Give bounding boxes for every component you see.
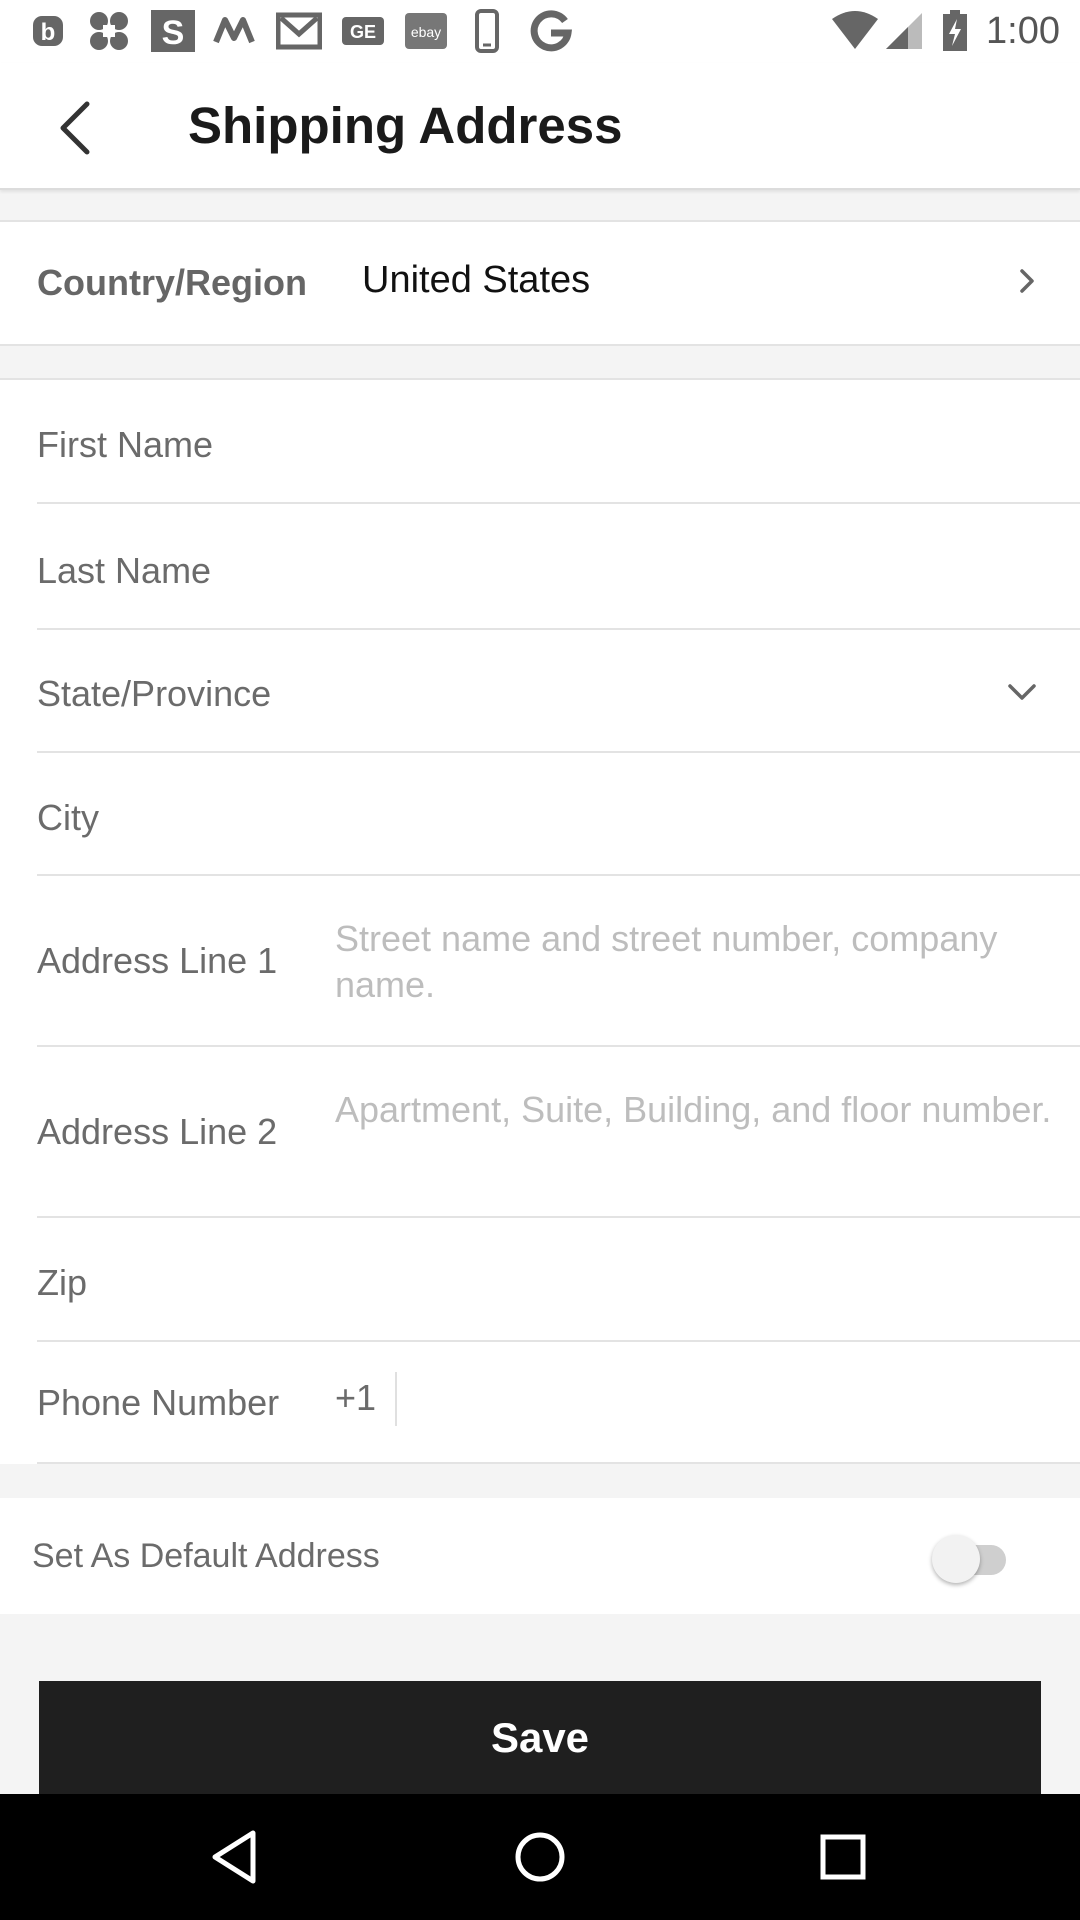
state-province-label: State/Province: [37, 673, 272, 714]
last-name-row: Last Name: [0, 504, 1080, 630]
app-header: Shipping Address: [0, 63, 1080, 190]
country-code: +1: [335, 1377, 377, 1418]
chevron-right-icon: [1020, 269, 1034, 293]
default-address-toggle[interactable]: [932, 1533, 1018, 1583]
square-recents-icon: [820, 1834, 866, 1880]
triangle-back-icon: [212, 1830, 256, 1884]
battery-icon: [940, 10, 970, 52]
city-row: City: [0, 753, 1080, 876]
page-title: Shipping Address: [188, 97, 623, 154]
navigation-bar: [0, 1794, 1080, 1920]
phone-number-label: Phone Number: [37, 1382, 280, 1423]
back-button[interactable]: [40, 93, 110, 163]
phone-icon: [472, 9, 502, 53]
status-time: 1:00: [986, 10, 1060, 52]
country-label: Country/Region: [37, 262, 307, 303]
svg-text:ebay: ebay: [411, 24, 441, 40]
circle-home-icon: [515, 1832, 565, 1882]
phone-number-input[interactable]: [415, 1378, 1045, 1424]
svg-text:S: S: [162, 14, 185, 52]
phone-number-row: Phone Number +1: [0, 1342, 1080, 1464]
nav-home-button[interactable]: [505, 1822, 575, 1892]
first-name-label: First Name: [37, 424, 214, 465]
row-divider: [37, 1462, 1080, 1464]
chevron-down-icon: [1008, 684, 1036, 700]
wifi-icon: [830, 10, 880, 52]
save-button[interactable]: Save: [39, 1681, 1041, 1794]
code-divider: [395, 1372, 397, 1426]
nav-back-button[interactable]: [200, 1822, 270, 1892]
address-line-2-row: Address Line 2: [0, 1047, 1080, 1218]
default-address-label: Set As Default Address: [32, 1537, 380, 1575]
zip-input[interactable]: [335, 1258, 1045, 1304]
m-app-icon: [213, 10, 259, 52]
gmail-icon: [276, 10, 322, 52]
ebay-icon: ebay: [403, 10, 449, 52]
country-value: United States: [362, 259, 591, 301]
address-line-2-input[interactable]: [335, 1087, 1065, 1183]
address-line-1-label: Address Line 1: [37, 940, 278, 981]
toggle-thumb: [932, 1535, 980, 1583]
s-app-icon: S: [150, 10, 196, 52]
first-name-input[interactable]: [335, 420, 1045, 466]
last-name-input[interactable]: [335, 546, 1045, 592]
divider: [0, 344, 1080, 346]
back-arrow-icon: [60, 101, 90, 155]
state-province-row[interactable]: State/Province: [0, 630, 1080, 753]
country-region-row[interactable]: Country/Region United States: [0, 222, 1080, 344]
svg-text:GE: GE: [350, 22, 376, 42]
address-line-2-label: Address Line 2: [37, 1111, 278, 1152]
address-line-1-row: Address Line 1: [0, 876, 1080, 1047]
nav-recents-button[interactable]: [808, 1822, 878, 1892]
address-form: First Name Last Name State/Province City…: [0, 380, 1080, 1464]
status-bar: b S GE ebay 1:00: [0, 0, 1080, 63]
city-label: City: [37, 797, 99, 838]
default-address-row: Set As Default Address: [0, 1498, 1080, 1614]
address-line-1-input[interactable]: [335, 916, 1065, 1012]
zip-label: Zip: [37, 1262, 88, 1303]
ge-icon: GE: [340, 10, 386, 52]
zip-row: Zip: [0, 1218, 1080, 1342]
last-name-label: Last Name: [37, 550, 212, 591]
svg-text:b: b: [41, 19, 56, 46]
b-app-icon: b: [28, 10, 68, 52]
fandango-icon: [84, 10, 134, 52]
google-icon: [528, 10, 574, 52]
first-name-row: First Name: [0, 380, 1080, 504]
city-input[interactable]: [335, 793, 1045, 839]
signal-icon: [884, 10, 924, 52]
